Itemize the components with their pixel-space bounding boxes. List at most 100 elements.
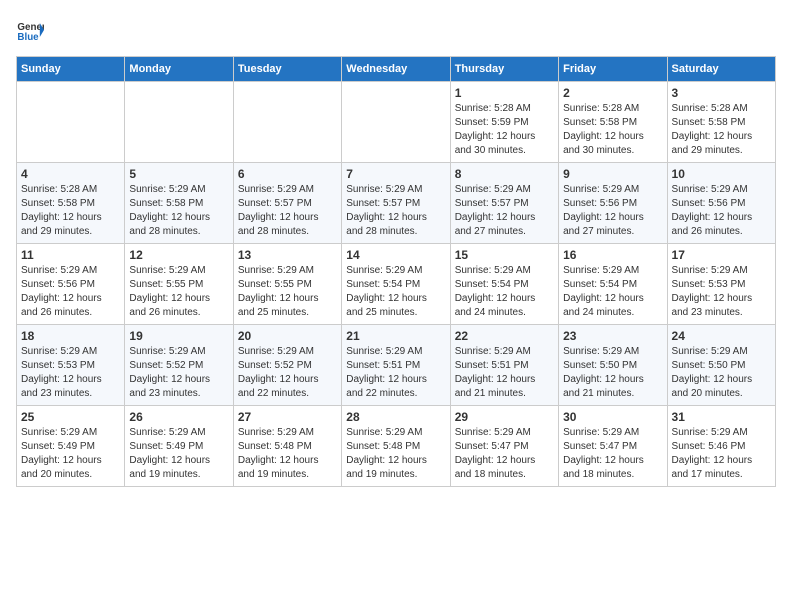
day-number: 10 (672, 167, 771, 181)
day-info: Sunrise: 5:29 AM Sunset: 5:57 PM Dayligh… (346, 183, 445, 239)
day-info: Sunrise: 5:29 AM Sunset: 5:48 PM Dayligh… (346, 426, 445, 482)
logo: General Blue (16, 16, 48, 44)
day-info: Sunrise: 5:29 AM Sunset: 5:48 PM Dayligh… (238, 426, 337, 482)
calendar-cell: 7 Sunrise: 5:29 AM Sunset: 5:57 PM Daylig… (342, 163, 450, 244)
calendar-header-sunday: Sunday (17, 57, 125, 82)
day-number: 25 (21, 410, 120, 424)
calendar-cell: 18Sunrise: 5:29 AM Sunset: 5:53 PM Dayli… (17, 325, 125, 406)
calendar-header-thursday: Thursday (450, 57, 558, 82)
day-number: 30 (563, 410, 662, 424)
day-number: 7 (346, 167, 445, 181)
calendar-week-row: 1Sunrise: 5:28 AM Sunset: 5:59 PM Daylig… (17, 82, 776, 163)
calendar-cell: 20 Sunrise: 5:29 AM Sunset: 5:52 PM Dayli… (233, 325, 341, 406)
day-info: Sunrise: 5:29 AM Sunset: 5:49 PM Dayligh… (21, 426, 120, 482)
svg-text:Blue: Blue (17, 32, 39, 43)
day-info: Sunrise: 5:29 AM Sunset: 5:54 PM Dayligh… (346, 264, 445, 320)
day-info: Sunrise: 5:29 AM Sunset: 5:56 PM Dayligh… (21, 264, 120, 320)
calendar-cell: 31 Sunrise: 5:29 AM Sunset: 5:46 PM Dayli… (667, 406, 775, 487)
day-number: 22 (455, 329, 554, 343)
calendar-cell: 2Sunrise: 5:28 AM Sunset: 5:58 PM Daylig… (559, 82, 667, 163)
calendar-week-row: 25 Sunrise: 5:29 AM Sunset: 5:49 PM Dayli… (17, 406, 776, 487)
day-number: 14 (346, 248, 445, 262)
day-number: 26 (129, 410, 228, 424)
day-info: Sunrise: 5:29 AM Sunset: 5:47 PM Dayligh… (455, 426, 554, 482)
calendar-cell: 6 Sunrise: 5:29 AM Sunset: 5:57 PM Daylig… (233, 163, 341, 244)
day-number: 16 (563, 248, 662, 262)
calendar-week-row: 11 Sunrise: 5:29 AM Sunset: 5:56 PM Dayli… (17, 244, 776, 325)
calendar-cell: 13Sunrise: 5:29 AM Sunset: 5:55 PM Dayli… (233, 244, 341, 325)
day-info: Sunrise: 5:29 AM Sunset: 5:51 PM Dayligh… (346, 345, 445, 401)
day-number: 3 (672, 86, 771, 100)
day-info: Sunrise: 5:29 AM Sunset: 5:47 PM Dayligh… (563, 426, 662, 482)
calendar-cell (233, 82, 341, 163)
calendar-cell: 1Sunrise: 5:28 AM Sunset: 5:59 PM Daylig… (450, 82, 558, 163)
day-number: 18 (21, 329, 120, 343)
day-number: 6 (238, 167, 337, 181)
calendar-table: SundayMondayTuesdayWednesdayThursdayFrid… (16, 56, 776, 487)
day-number: 21 (346, 329, 445, 343)
day-number: 28 (346, 410, 445, 424)
day-info: Sunrise: 5:29 AM Sunset: 5:58 PM Dayligh… (129, 183, 228, 239)
day-info: Sunrise: 5:29 AM Sunset: 5:51 PM Dayligh… (455, 345, 554, 401)
calendar-cell (342, 82, 450, 163)
calendar-cell (125, 82, 233, 163)
day-number: 13 (238, 248, 337, 262)
calendar-cell: 23Sunrise: 5:29 AM Sunset: 5:50 PM Dayli… (559, 325, 667, 406)
calendar-cell: 3 Sunrise: 5:28 AM Sunset: 5:58 PM Daylig… (667, 82, 775, 163)
day-number: 4 (21, 167, 120, 181)
calendar-header-wednesday: Wednesday (342, 57, 450, 82)
calendar-cell: 5Sunrise: 5:29 AM Sunset: 5:58 PM Daylig… (125, 163, 233, 244)
calendar-week-row: 4 Sunrise: 5:28 AM Sunset: 5:58 PM Daylig… (17, 163, 776, 244)
day-number: 2 (563, 86, 662, 100)
page-header: General Blue (16, 16, 776, 44)
calendar-cell: 8 Sunrise: 5:29 AM Sunset: 5:57 PM Daylig… (450, 163, 558, 244)
day-info: Sunrise: 5:29 AM Sunset: 5:50 PM Dayligh… (563, 345, 662, 401)
calendar-cell: 27Sunrise: 5:29 AM Sunset: 5:48 PM Dayli… (233, 406, 341, 487)
day-info: Sunrise: 5:29 AM Sunset: 5:53 PM Dayligh… (672, 264, 771, 320)
day-number: 17 (672, 248, 771, 262)
calendar-cell: 12Sunrise: 5:29 AM Sunset: 5:55 PM Dayli… (125, 244, 233, 325)
day-number: 31 (672, 410, 771, 424)
calendar-header-row: SundayMondayTuesdayWednesdayThursdayFrid… (17, 57, 776, 82)
calendar-cell: 28 Sunrise: 5:29 AM Sunset: 5:48 PM Dayli… (342, 406, 450, 487)
logo-icon: General Blue (16, 16, 44, 44)
day-number: 11 (21, 248, 120, 262)
day-info: Sunrise: 5:28 AM Sunset: 5:59 PM Dayligh… (455, 102, 554, 158)
day-info: Sunrise: 5:29 AM Sunset: 5:52 PM Dayligh… (238, 345, 337, 401)
day-info: Sunrise: 5:29 AM Sunset: 5:50 PM Dayligh… (672, 345, 771, 401)
calendar-cell: 29Sunrise: 5:29 AM Sunset: 5:47 PM Dayli… (450, 406, 558, 487)
day-info: Sunrise: 5:29 AM Sunset: 5:56 PM Dayligh… (563, 183, 662, 239)
day-info: Sunrise: 5:29 AM Sunset: 5:56 PM Dayligh… (672, 183, 771, 239)
calendar-cell: 30 Sunrise: 5:29 AM Sunset: 5:47 PM Dayli… (559, 406, 667, 487)
day-info: Sunrise: 5:29 AM Sunset: 5:57 PM Dayligh… (455, 183, 554, 239)
calendar-cell: 17 Sunrise: 5:29 AM Sunset: 5:53 PM Dayli… (667, 244, 775, 325)
day-info: Sunrise: 5:29 AM Sunset: 5:54 PM Dayligh… (455, 264, 554, 320)
calendar-cell: 25 Sunrise: 5:29 AM Sunset: 5:49 PM Dayli… (17, 406, 125, 487)
calendar-body: 1Sunrise: 5:28 AM Sunset: 5:59 PM Daylig… (17, 82, 776, 487)
calendar-cell: 22 Sunrise: 5:29 AM Sunset: 5:51 PM Dayli… (450, 325, 558, 406)
calendar-header-friday: Friday (559, 57, 667, 82)
calendar-header-tuesday: Tuesday (233, 57, 341, 82)
day-info: Sunrise: 5:29 AM Sunset: 5:55 PM Dayligh… (129, 264, 228, 320)
calendar-week-row: 18Sunrise: 5:29 AM Sunset: 5:53 PM Dayli… (17, 325, 776, 406)
day-info: Sunrise: 5:29 AM Sunset: 5:49 PM Dayligh… (129, 426, 228, 482)
day-info: Sunrise: 5:28 AM Sunset: 5:58 PM Dayligh… (21, 183, 120, 239)
day-number: 15 (455, 248, 554, 262)
calendar-cell: 11 Sunrise: 5:29 AM Sunset: 5:56 PM Dayli… (17, 244, 125, 325)
day-info: Sunrise: 5:29 AM Sunset: 5:52 PM Dayligh… (129, 345, 228, 401)
calendar-header-saturday: Saturday (667, 57, 775, 82)
day-number: 24 (672, 329, 771, 343)
day-number: 9 (563, 167, 662, 181)
calendar-header-monday: Monday (125, 57, 233, 82)
calendar-cell: 14 Sunrise: 5:29 AM Sunset: 5:54 PM Dayli… (342, 244, 450, 325)
day-number: 8 (455, 167, 554, 181)
calendar-cell: 26 Sunrise: 5:29 AM Sunset: 5:49 PM Dayli… (125, 406, 233, 487)
calendar-cell: 24 Sunrise: 5:29 AM Sunset: 5:50 PM Dayli… (667, 325, 775, 406)
calendar-cell: 19Sunrise: 5:29 AM Sunset: 5:52 PM Dayli… (125, 325, 233, 406)
day-info: Sunrise: 5:28 AM Sunset: 5:58 PM Dayligh… (672, 102, 771, 158)
day-info: Sunrise: 5:29 AM Sunset: 5:46 PM Dayligh… (672, 426, 771, 482)
day-info: Sunrise: 5:29 AM Sunset: 5:57 PM Dayligh… (238, 183, 337, 239)
calendar-cell: 16Sunrise: 5:29 AM Sunset: 5:54 PM Dayli… (559, 244, 667, 325)
day-number: 20 (238, 329, 337, 343)
calendar-cell: 10 Sunrise: 5:29 AM Sunset: 5:56 PM Dayli… (667, 163, 775, 244)
